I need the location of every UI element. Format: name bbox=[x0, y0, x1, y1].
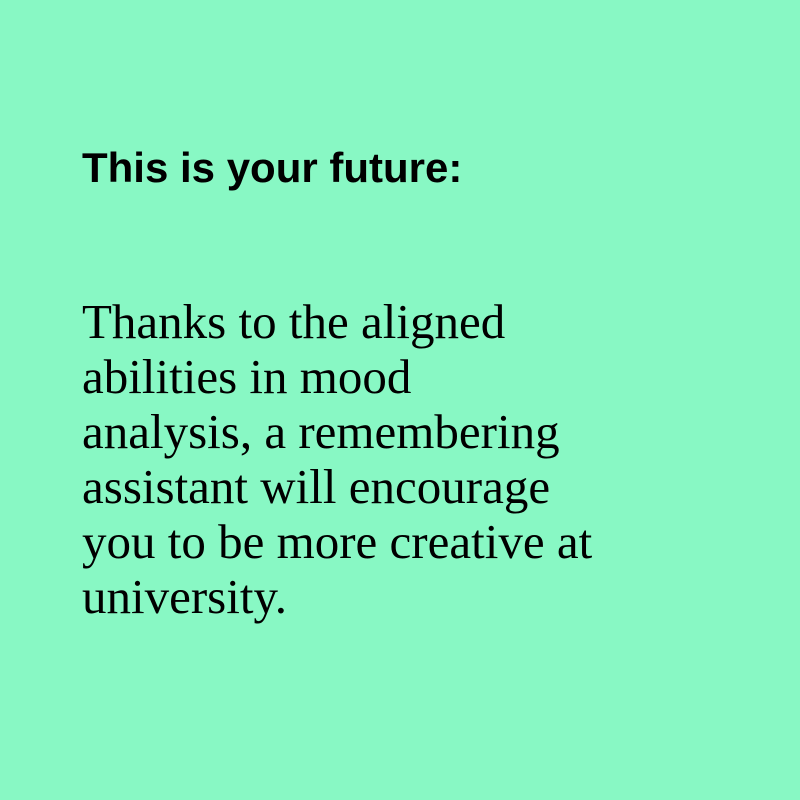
body-line: Thanks to the aligned bbox=[82, 294, 506, 349]
heading: This is your future: bbox=[82, 144, 463, 191]
body-paragraph: Thanks to the aligned abilities in mood … bbox=[82, 294, 722, 624]
body-line: assistant will encourage bbox=[82, 459, 551, 514]
body-line: you to be more creative at bbox=[82, 514, 593, 569]
card: This is your future: Thanks to the align… bbox=[0, 0, 800, 800]
body-line: university. bbox=[82, 569, 288, 624]
body-line: analysis, a remembering bbox=[82, 404, 560, 459]
body-line: abilities in mood bbox=[82, 349, 412, 404]
